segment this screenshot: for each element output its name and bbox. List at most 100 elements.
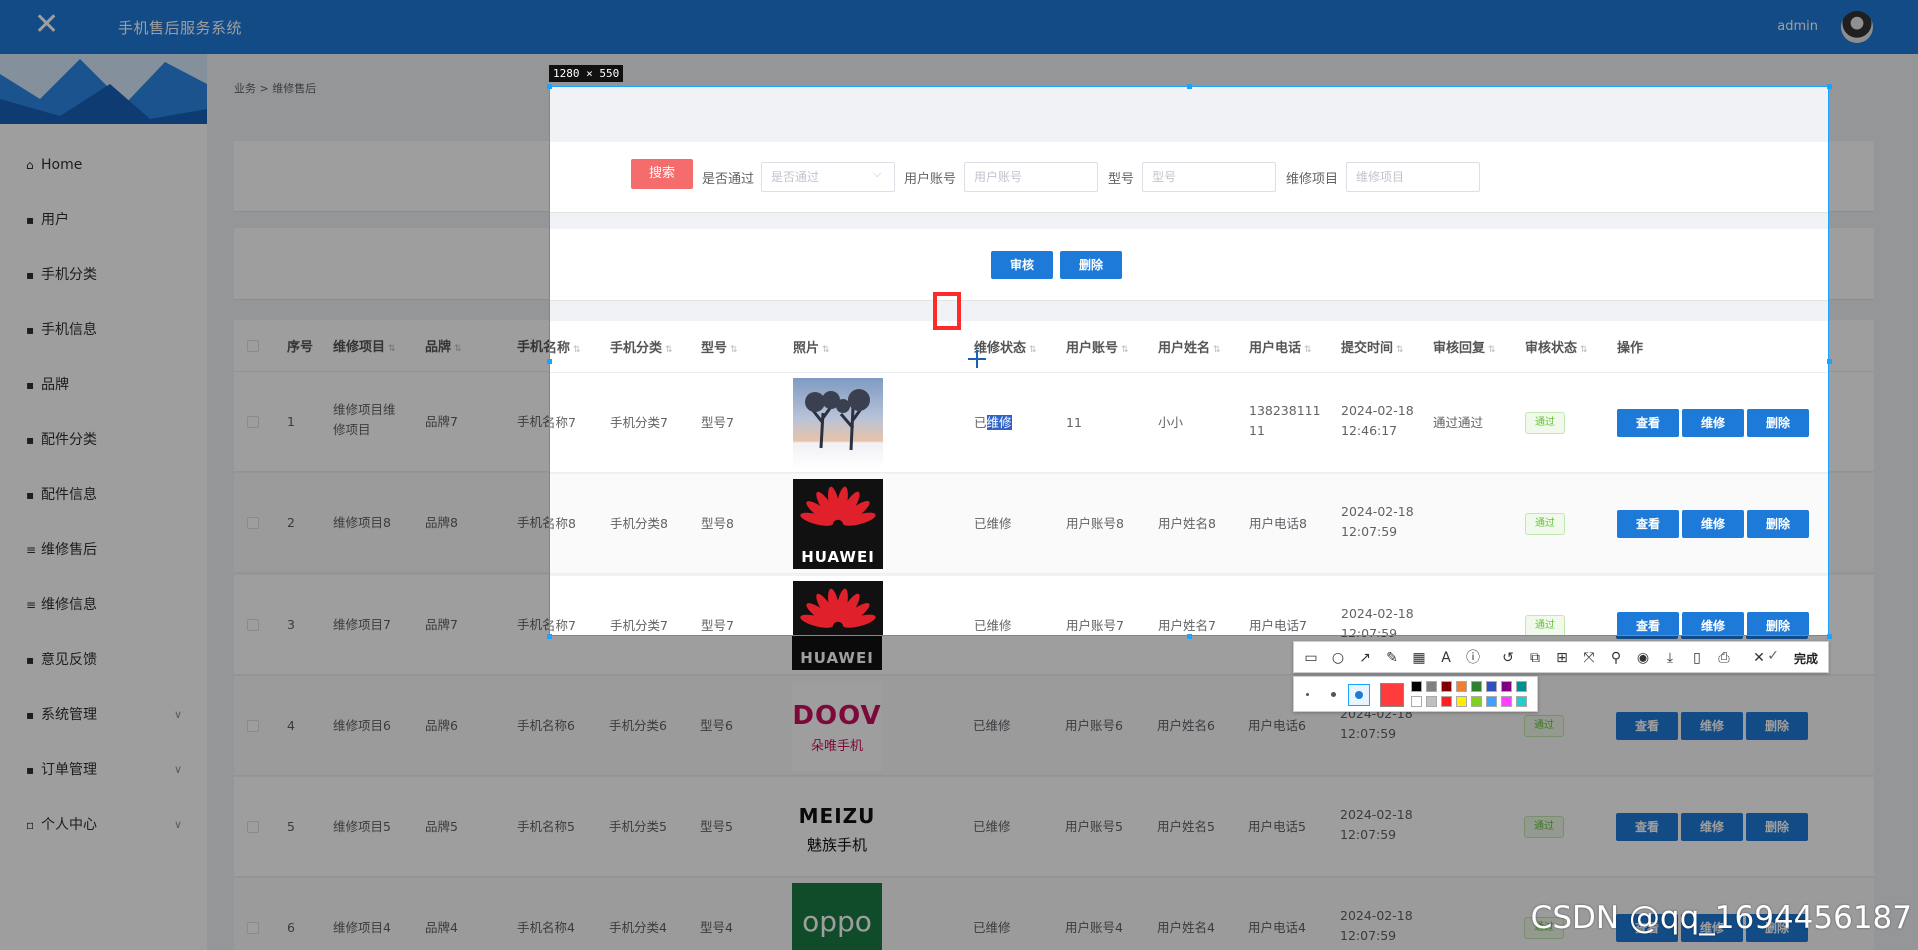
repair-button[interactable]: 维修 (1682, 409, 1744, 437)
column-header[interactable]: 用户账号⇅ (1066, 337, 1129, 356)
delete-button[interactable]: 删除 (1746, 813, 1808, 841)
cancel-icon[interactable]: ✕ (1750, 649, 1768, 667)
color-swatch[interactable] (1456, 681, 1467, 692)
sort-icon[interactable]: ⇅ (822, 345, 830, 355)
annotation-rectangle[interactable] (933, 292, 961, 330)
sidebar-item[interactable]: ⌂ Home (26, 155, 82, 175)
color-swatch[interactable] (1441, 681, 1452, 692)
delete-button[interactable]: 删除 (1746, 712, 1808, 740)
sidebar-item[interactable]: ▪ 意见反馈 (26, 650, 97, 670)
view-button[interactable]: 查看 (1617, 612, 1679, 635)
sort-icon[interactable]: ⇅ (1213, 345, 1221, 355)
column-header[interactable]: 用户姓名⇅ (1158, 337, 1221, 356)
scroll-capture-icon[interactable]: ⤧ (1580, 649, 1598, 667)
sidebar-item[interactable]: ▪ 手机分类 (26, 265, 97, 285)
sort-icon[interactable]: ⇅ (1396, 345, 1404, 355)
row-checkbox[interactable] (247, 619, 259, 631)
sidebar-item[interactable]: ▫ 个人中心 ∨ (26, 815, 182, 835)
repair-button[interactable]: 维修 (1681, 813, 1743, 841)
color-swatch[interactable] (1456, 696, 1467, 707)
model-input[interactable]: 型号 (1142, 162, 1276, 192)
ocr-icon[interactable]: ⧉ (1526, 649, 1544, 667)
view-button[interactable]: 查看 (1616, 712, 1678, 740)
column-header[interactable]: 审核状态⇅ (1525, 337, 1588, 356)
username[interactable]: admin (1777, 19, 1818, 34)
current-color[interactable] (1380, 683, 1404, 707)
color-swatch[interactable] (1516, 681, 1527, 692)
sidebar-item[interactable]: ▪ 配件分类 (26, 430, 97, 450)
repair-button[interactable]: 维修 (1681, 712, 1743, 740)
repair-button[interactable]: 维修 (1682, 612, 1744, 635)
color-swatch[interactable] (1501, 696, 1512, 707)
resize-handle[interactable] (547, 634, 552, 639)
translate-icon[interactable]: ⊞ (1553, 649, 1571, 667)
sort-icon[interactable]: ⇅ (730, 345, 738, 355)
color-swatch[interactable] (1411, 681, 1422, 692)
column-header[interactable]: 用户电话⇅ (1249, 337, 1312, 356)
delete-button[interactable]: 删除 (1747, 510, 1809, 538)
resize-handle[interactable] (1827, 359, 1832, 364)
sort-icon[interactable]: ⇅ (1304, 345, 1312, 355)
resize-handle[interactable] (547, 84, 552, 89)
brush-size-small[interactable] (1306, 693, 1309, 696)
account-input[interactable]: 用户账号 (964, 162, 1098, 192)
color-swatch[interactable] (1486, 696, 1497, 707)
brush-size-medium[interactable] (1331, 692, 1336, 697)
row-checkbox[interactable] (247, 720, 259, 732)
sort-icon[interactable]: ⇅ (573, 345, 581, 355)
item-input[interactable]: 维修项目 (1346, 162, 1480, 192)
delete-button[interactable]: 删除 (1747, 612, 1809, 635)
resize-handle[interactable] (1187, 634, 1192, 639)
resize-handle[interactable] (1827, 634, 1832, 639)
delete-button[interactable]: 删除 (1747, 409, 1809, 437)
serial-tool-icon[interactable]: ⓘ (1464, 649, 1482, 667)
ellipse-tool-icon[interactable]: ○ (1329, 649, 1347, 667)
resize-handle[interactable] (1187, 84, 1192, 89)
color-swatch[interactable] (1471, 696, 1482, 707)
close-icon[interactable]: ✕ (34, 8, 59, 42)
sidebar-item[interactable]: ▪ 手机信息 (26, 320, 97, 340)
color-swatch[interactable] (1426, 696, 1437, 707)
view-button[interactable]: 查看 (1617, 510, 1679, 538)
column-header[interactable]: 型号⇅ (701, 337, 738, 356)
column-header[interactable]: 提交时间⇅ (1341, 337, 1404, 356)
row-checkbox[interactable] (247, 821, 259, 833)
color-swatch[interactable] (1486, 681, 1497, 692)
select-all-checkbox[interactable] (247, 340, 259, 352)
color-swatch[interactable] (1501, 681, 1512, 692)
column-header[interactable]: 品牌 ⇅ (425, 336, 462, 355)
pin-icon[interactable]: ⚲ (1607, 649, 1625, 667)
save-icon[interactable]: ▯ (1688, 649, 1706, 667)
sort-icon[interactable]: ⇅ (388, 344, 396, 354)
sort-icon[interactable]: ⇅ (1580, 345, 1588, 355)
search-button[interactable]: 搜索 (631, 159, 693, 189)
resize-handle[interactable] (1827, 84, 1832, 89)
sidebar-item[interactable]: ▪ 订单管理 ∨ (26, 760, 182, 780)
rectangle-tool-icon[interactable]: ▭ (1302, 649, 1320, 667)
row-checkbox[interactable] (247, 416, 259, 428)
row-checkbox[interactable] (247, 517, 259, 529)
download-icon[interactable]: ⤓ (1661, 649, 1679, 667)
column-header[interactable]: 手机分类⇅ (610, 337, 673, 356)
batch-delete-button[interactable]: 删除 (1060, 251, 1122, 279)
color-swatch[interactable] (1411, 696, 1422, 707)
row-checkbox[interactable] (247, 922, 259, 934)
view-button[interactable]: 查看 (1616, 813, 1678, 841)
sidebar-item[interactable]: ≡ 维修信息 (26, 595, 97, 615)
sort-icon[interactable]: ⇅ (1488, 345, 1496, 355)
sort-icon[interactable]: ⇅ (665, 345, 673, 355)
column-header[interactable]: 序号 (287, 336, 313, 355)
view-button[interactable]: 查看 (1617, 409, 1679, 437)
column-header[interactable]: 维修项目 ⇅ (333, 336, 396, 355)
arrow-tool-icon[interactable]: ↗ (1356, 649, 1374, 667)
done-button[interactable]: 完成 (1794, 650, 1818, 667)
record-icon[interactable]: ◉ (1634, 649, 1652, 667)
color-swatch[interactable] (1441, 696, 1452, 707)
sidebar-item[interactable]: ▪ 品牌 (26, 375, 69, 395)
sidebar-item[interactable]: ▪ 用户 (26, 210, 69, 230)
repair-button[interactable]: 维修 (1682, 510, 1744, 538)
undo-icon[interactable]: ↺ (1499, 649, 1517, 667)
avatar[interactable] (1841, 11, 1873, 43)
column-header[interactable]: 手机名称⇅ (550, 337, 581, 356)
resize-handle[interactable] (547, 359, 552, 364)
